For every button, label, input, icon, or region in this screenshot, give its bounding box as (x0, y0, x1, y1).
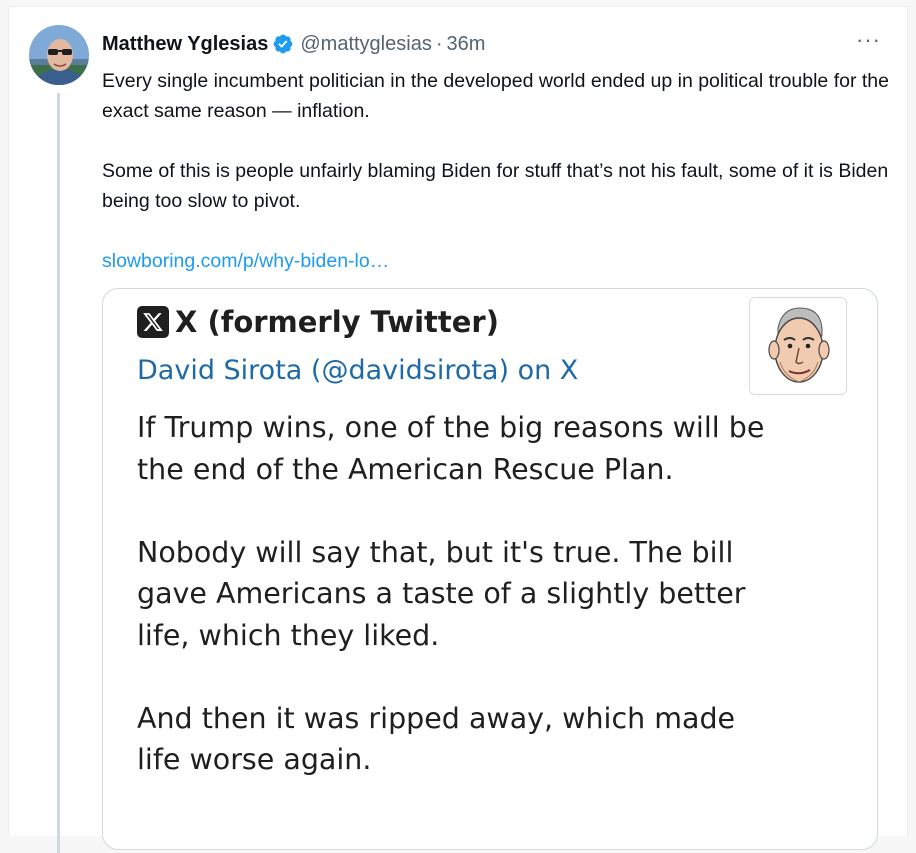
tweet-header: Matthew Yglesias @mattyglesias · 36m (102, 31, 485, 57)
author-avatar[interactable] (29, 25, 89, 85)
card-site-row: X (formerly Twitter) (137, 305, 499, 339)
quote-paragraph: Nobody will say that, but it's true. The… (137, 535, 746, 652)
card-title[interactable]: David Sirota (@davidsirota) on X (137, 355, 578, 386)
caricature-face-icon (750, 298, 846, 394)
tweet-paragraph: Every single incumbent politician in the… (102, 70, 889, 122)
thread-connector-line (57, 93, 60, 853)
quote-paragraph: And then it was ripped away, which made … (137, 701, 736, 777)
tweet-link[interactable]: slowboring.com/p/why-biden-lo… (102, 250, 389, 272)
tweet-paragraph: Some of this is people unfairly blaming … (102, 160, 889, 212)
tweet-text: Every single incumbent politician in the… (102, 66, 892, 276)
quote-paragraph: If Trump wins, one of the big reasons wi… (137, 411, 765, 486)
author-name[interactable]: Matthew Yglesias (102, 33, 268, 56)
tweet-timestamp[interactable]: 36m (447, 33, 486, 56)
more-options-icon[interactable]: ··· (856, 29, 881, 51)
card-site-name: X (formerly Twitter) (175, 305, 499, 339)
header-separator: · (435, 32, 443, 55)
avatar-photo-icon (29, 25, 89, 85)
verified-badge-icon (272, 33, 294, 55)
card-thumbnail (749, 297, 847, 395)
x-logo-icon (137, 306, 169, 338)
tweet-container: Matthew Yglesias @mattyglesias · 36m ···… (8, 6, 908, 853)
author-handle[interactable]: @mattyglesias (300, 33, 431, 56)
link-preview-card[interactable]: X (formerly Twitter) David Sirota (@davi… (102, 288, 878, 850)
card-quote-text: If Trump wins, one of the big reasons wi… (137, 407, 777, 781)
